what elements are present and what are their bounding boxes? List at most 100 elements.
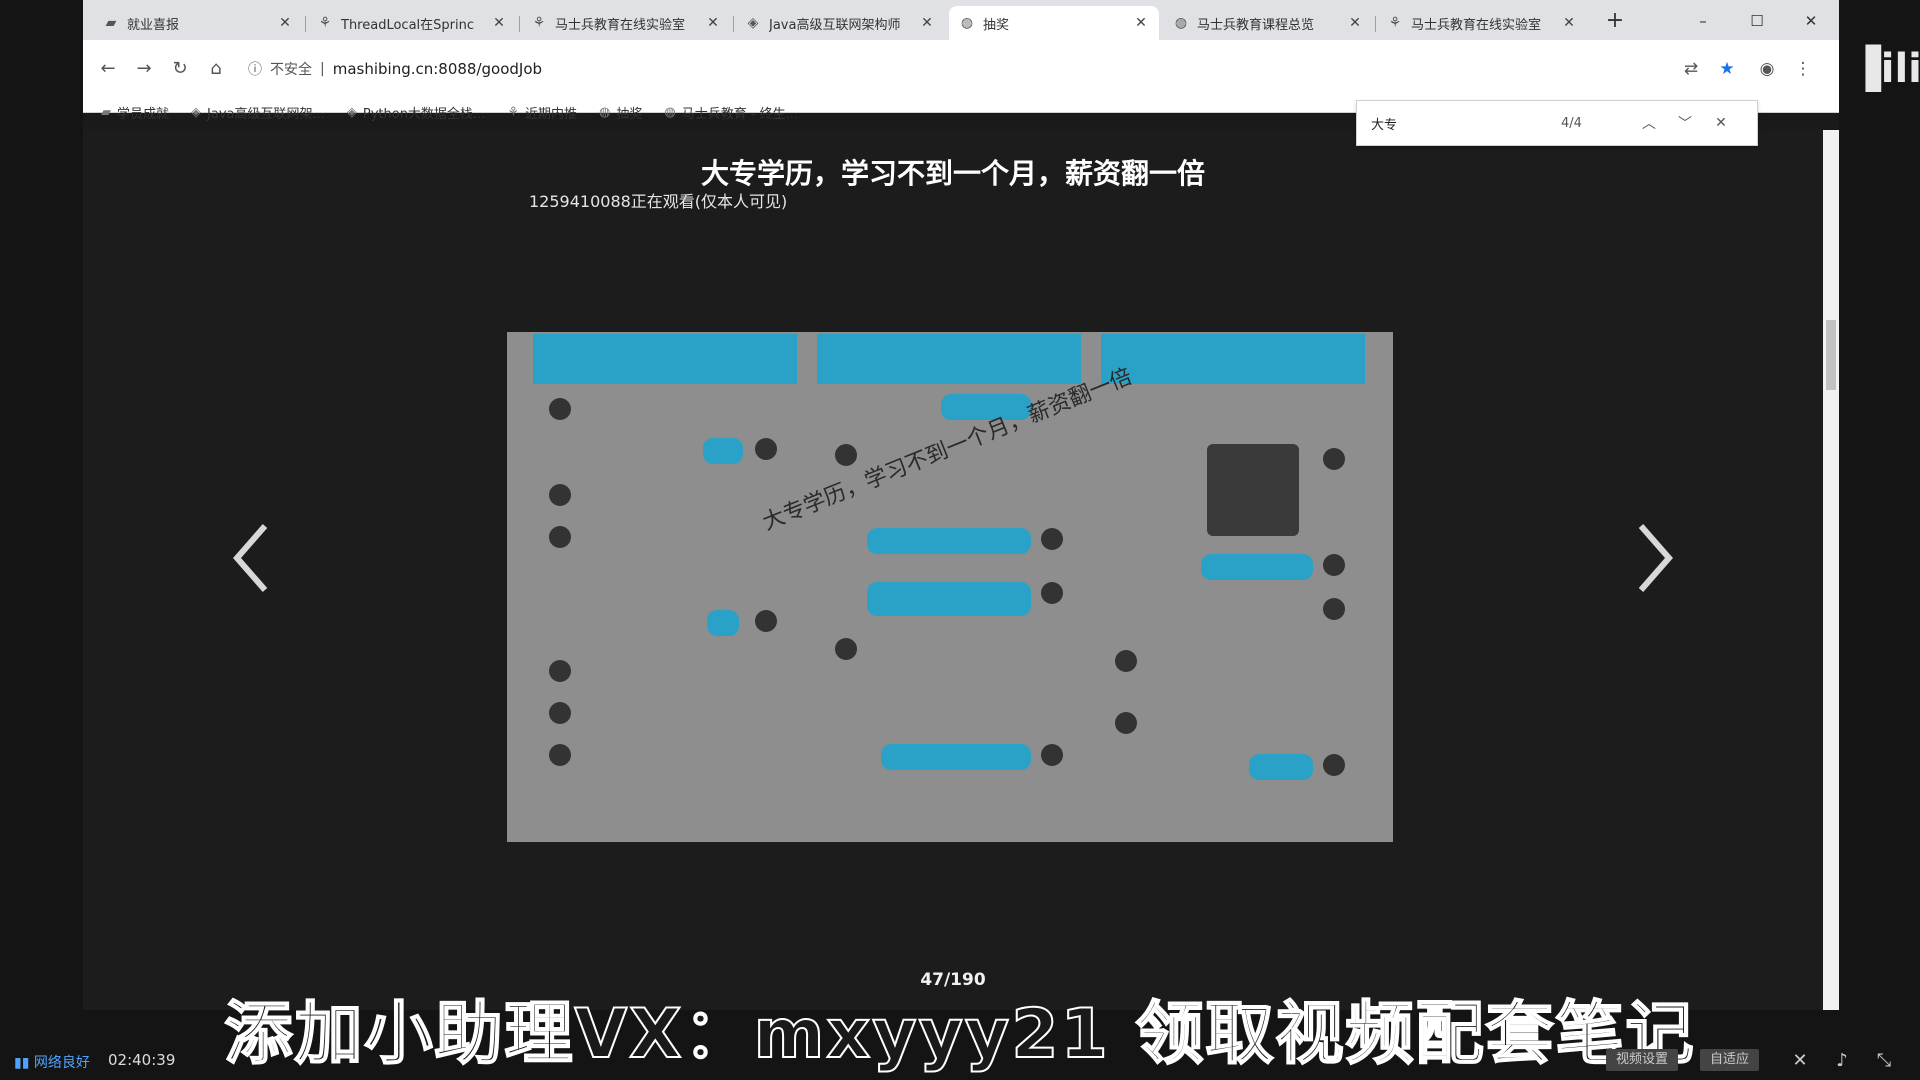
chevron-up-icon[interactable]: ︿ (1631, 113, 1667, 133)
bookmark-label: 抽奖 (616, 106, 643, 122)
tab-label: 马士兵教育在线实验室 (1411, 17, 1542, 33)
tab-divider (733, 16, 734, 32)
tab-0[interactable]: ▰ 就业喜报 ✕ (93, 6, 303, 40)
spider-icon: ⚘ (1388, 15, 1402, 31)
find-input[interactable]: 大专 (1371, 114, 1561, 133)
tab-divider (305, 16, 306, 32)
avatar (1041, 744, 1063, 766)
close-icon[interactable]: ✕ (1703, 115, 1739, 131)
browser-window: ▰ 就业喜报 ✕ ⚘ ThreadLocal在Sprinc ✕ ⚘ 马士兵教育在… (83, 0, 1839, 1010)
chat-bubble (703, 438, 743, 464)
network-status: ▮▮ 网络良好 (14, 1052, 90, 1072)
avatar (549, 702, 571, 724)
bookmark-item[interactable]: ◈ Python大数据全栈... (347, 103, 485, 122)
chevron-down-icon[interactable]: ﹀ (1667, 113, 1703, 133)
tab-label: 马士兵教育课程总览 (1197, 17, 1315, 33)
bookmark-label: Java高级互联网架... (207, 106, 325, 122)
tab-label: 抽奖 (983, 17, 1010, 33)
slide-title: 大专学历，学习不到一个月，薪资翻一倍 (700, 157, 1205, 190)
chat-header (817, 334, 1081, 384)
find-bar: 大专 4/4 ︿ ﹀ ✕ (1356, 100, 1758, 146)
prev-arrow-icon[interactable] (223, 518, 283, 598)
bookmark-label: 近期内推 (525, 106, 578, 122)
globe-icon: ◍ (960, 15, 974, 31)
bilibili-logo-icon: ▐ili (1850, 46, 1920, 92)
account-icon[interactable]: ◉ (1755, 57, 1779, 81)
chat-panel (533, 332, 797, 842)
chat-panel (1101, 332, 1365, 842)
network-label: 网络良好 (33, 1055, 90, 1071)
window-close-button[interactable]: ✕ (1791, 6, 1831, 36)
diamond-icon: ◈ (191, 104, 202, 120)
bookmark-item[interactable]: ◍ 抽奖 (599, 103, 642, 122)
avatar (549, 398, 571, 420)
bookmark-item[interactable]: ▰ 学员成就 (101, 103, 169, 122)
close-icon[interactable]: ✕ (705, 15, 721, 31)
back-icon[interactable]: ← (95, 56, 121, 82)
chat-header (533, 334, 797, 384)
close-icon[interactable]: ✕ (491, 15, 507, 31)
folder-icon: ▰ (105, 15, 117, 31)
home-icon[interactable]: ⌂ (203, 56, 229, 82)
security-label: 不安全 (270, 62, 312, 78)
bookmark-label: Python大数据全栈... (362, 106, 486, 122)
avatar (549, 660, 571, 682)
avatar (755, 610, 777, 632)
tab-strip: ▰ 就业喜报 ✕ ⚘ ThreadLocal在Sprinc ✕ ⚘ 马士兵教育在… (83, 0, 1839, 40)
close-icon[interactable]: ✕ (1347, 15, 1363, 31)
bookmark-item[interactable]: ◍ 马士兵教育 - 终生... (664, 103, 798, 122)
playback-time: 02:40:39 (108, 1051, 176, 1069)
tab-divider (1375, 16, 1376, 32)
next-arrow-icon[interactable] (1623, 518, 1683, 598)
address-bar[interactable]: ⓘ 不安全 | mashibing.cn:8088/goodJob (248, 55, 1168, 83)
bookmark-star-icon[interactable]: ★ (1715, 57, 1739, 81)
new-tab-button[interactable]: + (1595, 6, 1635, 36)
folder-icon: ▰ (101, 104, 111, 120)
bookmark-label: 学员成就 (117, 106, 170, 122)
avatar (549, 484, 571, 506)
tab-6[interactable]: ⚘ 马士兵教育在线实验室 ✕ (1377, 6, 1587, 40)
avatar (1323, 598, 1345, 620)
page-scrollbar[interactable] (1823, 130, 1839, 1010)
adaptive-quality-button[interactable]: 自适应 (1700, 1049, 1760, 1071)
tab-5[interactable]: ◍ 马士兵教育课程总览 ✕ (1163, 6, 1373, 40)
bookmark-item[interactable]: ⚘ 近期内推 (507, 103, 577, 122)
menu-icon[interactable]: ⋮ (1791, 57, 1815, 81)
avatar (1041, 528, 1063, 550)
tab-3[interactable]: ◈ Java高级互联网架构师 ✕ (735, 6, 945, 40)
scrollbar-thumb[interactable] (1826, 320, 1836, 390)
volume-icon[interactable]: ♪ (1830, 1049, 1854, 1073)
watching-notice: 1259410088正在观看(仅本人可见) (529, 192, 788, 211)
video-settings-button[interactable]: 视频设置 (1606, 1049, 1679, 1071)
translate-icon[interactable]: ⇄ (1679, 57, 1703, 81)
chat-bubble (1249, 754, 1313, 780)
globe-icon: ◍ (664, 104, 676, 120)
bookmark-item[interactable]: ◈ Java高级互联网架... (191, 103, 325, 122)
reload-icon[interactable]: ↻ (167, 56, 193, 82)
bookmark-label: 马士兵教育 - 终生... (681, 106, 799, 122)
fullscreen-exit-icon[interactable]: ⤡ (1872, 1049, 1896, 1073)
avatar (1323, 554, 1345, 576)
find-count: 4/4 (1561, 115, 1582, 131)
tab-4[interactable]: ◍ 抽奖 ✕ (949, 6, 1159, 40)
info-icon[interactable]: ⓘ (248, 59, 262, 79)
forward-icon[interactable]: → (131, 56, 157, 82)
tab-label: Java高级互联网架构师 (769, 17, 901, 33)
tab-1[interactable]: ⚘ ThreadLocal在Sprinc ✕ (307, 6, 517, 40)
close-icon[interactable]: ✕ (1561, 15, 1577, 31)
avatar (549, 526, 571, 548)
chat-bubble (867, 582, 1031, 616)
tab-label: 就业喜报 (127, 17, 180, 33)
spider-icon: ⚘ (532, 15, 546, 31)
mic-muted-icon[interactable]: ✕ (1788, 1049, 1812, 1073)
minimize-button[interactable]: – (1683, 6, 1723, 36)
close-icon[interactable]: ✕ (1133, 15, 1149, 31)
url-text[interactable]: mashibing.cn:8088/goodJob (333, 60, 542, 78)
diamond-icon: ◈ (747, 15, 759, 31)
close-icon[interactable]: ✕ (919, 15, 935, 31)
maximize-button[interactable]: ☐ (1737, 6, 1777, 36)
tab-label: 马士兵教育在线实验室 (555, 17, 686, 33)
tab-2[interactable]: ⚘ 马士兵教育在线实验室 ✕ (521, 6, 731, 40)
close-icon[interactable]: ✕ (277, 15, 293, 31)
avatar (835, 444, 857, 466)
